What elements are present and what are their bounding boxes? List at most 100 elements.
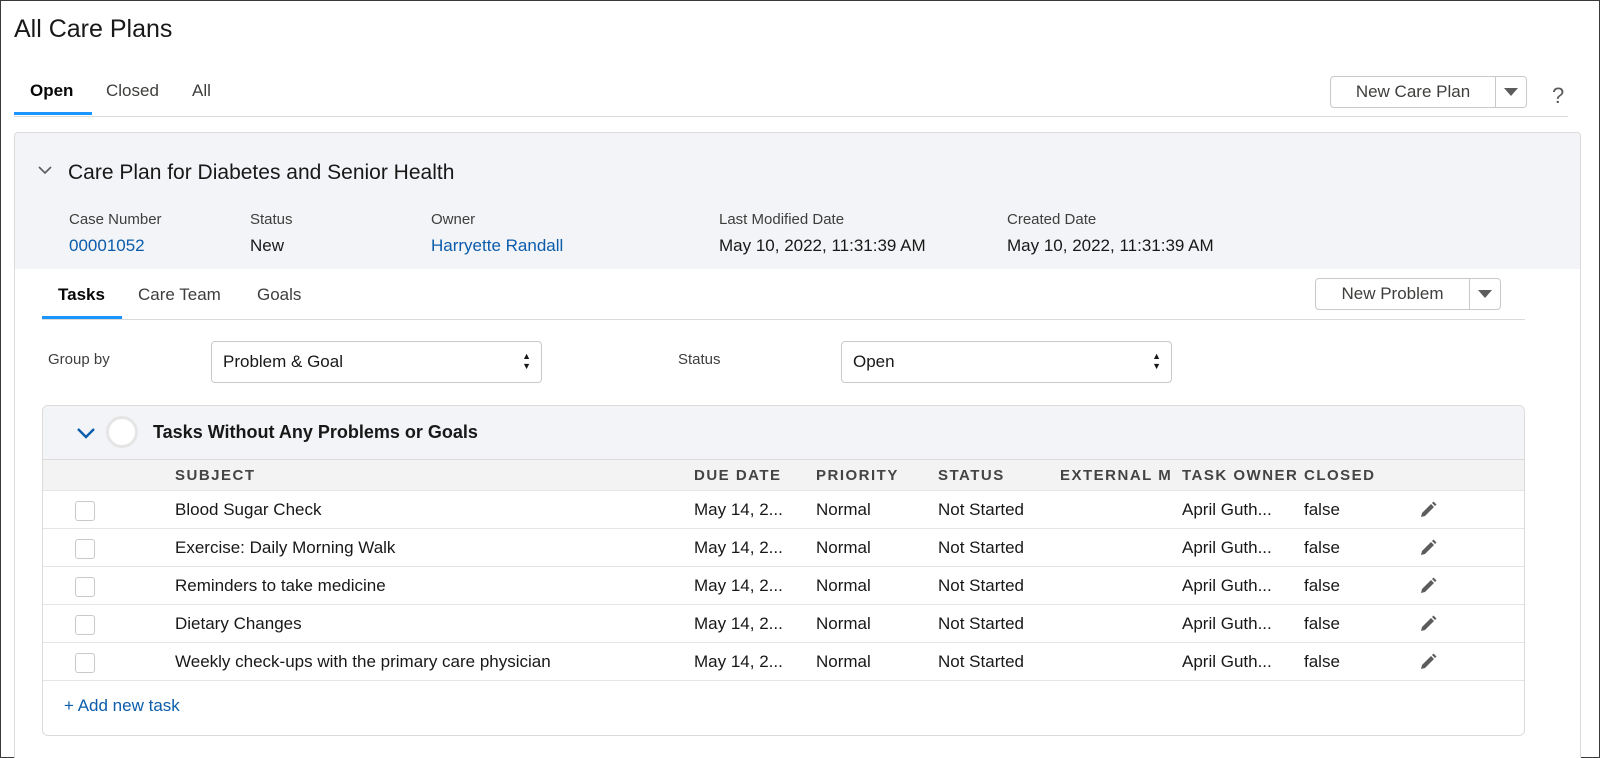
table-row: Exercise: Daily Morning Walk May 14, 2..… [43, 529, 1524, 567]
group-by-label: Group by [48, 351, 110, 368]
new-problem-button-group: New Problem [1315, 278, 1501, 310]
task-group: Tasks Without Any Problems or Goals SUBJ… [42, 405, 1525, 736]
pencil-edit-icon[interactable] [1418, 576, 1438, 596]
cell-due-date: May 14, 2... [694, 538, 783, 557]
column-header-priority[interactable]: PRIORITY [816, 467, 928, 484]
new-care-plan-dropdown-button[interactable] [1496, 77, 1526, 107]
cell-subject: Dietary Changes [175, 614, 302, 633]
cell-subject: Weekly check-ups with the primary care p… [175, 652, 551, 671]
cell-priority: Normal [816, 614, 871, 633]
care-plan-card: Care Plan for Diabetes and Senior Health… [14, 132, 1581, 758]
tab-care-team[interactable]: Care Team [138, 285, 221, 305]
cell-closed: false [1304, 652, 1340, 671]
cell-owner: April Guth... [1182, 576, 1272, 595]
row-checkbox[interactable] [75, 539, 95, 559]
cell-closed: false [1304, 614, 1340, 633]
help-icon[interactable]: ? [1552, 83, 1564, 109]
chevron-down-icon[interactable] [38, 163, 52, 177]
cell-status: Not Started [938, 500, 1024, 519]
tab-goals[interactable]: Goals [257, 285, 301, 305]
pencil-edit-icon[interactable] [1418, 538, 1438, 558]
new-problem-dropdown-button[interactable] [1470, 279, 1500, 309]
group-by-select[interactable]: Problem & Goal ▲ ▼ [211, 341, 542, 383]
table-header: SUBJECT DUE DATE PRIORITY STATUS EXTERNA… [43, 460, 1524, 491]
cell-status: Not Started [938, 614, 1024, 633]
row-checkbox[interactable] [75, 653, 95, 673]
cell-priority: Normal [816, 652, 871, 671]
active-tab-indicator [14, 112, 92, 115]
tab-tasks[interactable]: Tasks [58, 285, 105, 305]
field-last-modified-date: Last Modified Date May 10, 2022, 11:31:3… [719, 211, 926, 256]
cell-owner: April Guth... [1182, 614, 1272, 633]
field-label: Owner [431, 211, 476, 228]
case-number-link[interactable]: 00001052 [69, 236, 162, 256]
caret-down-icon [1504, 88, 1518, 96]
table-row: Reminders to take medicine May 14, 2... … [43, 567, 1524, 605]
column-header-subject[interactable]: SUBJECT [175, 467, 256, 484]
add-new-task-link[interactable]: + Add new task [64, 696, 180, 716]
last-modified-value: May 10, 2022, 11:31:39 AM [719, 236, 926, 255]
column-header-closed[interactable]: CLOSED [1304, 467, 1416, 484]
cell-due-date: May 14, 2... [694, 500, 783, 519]
field-label: Created Date [1007, 211, 1097, 228]
tab-all[interactable]: All [192, 81, 211, 101]
cell-owner: April Guth... [1182, 652, 1272, 671]
caret-down-icon [1478, 290, 1492, 298]
row-checkbox[interactable] [75, 577, 95, 597]
status-filter-value: Open [853, 352, 895, 371]
cell-owner: April Guth... [1182, 500, 1272, 519]
app-frame: All Care Plans Open Closed All New Care … [0, 0, 1600, 758]
cell-status: Not Started [938, 538, 1024, 557]
column-header-external[interactable]: EXTERNAL M [1060, 467, 1174, 484]
cell-owner: April Guth... [1182, 538, 1272, 557]
select-arrows-icon: ▲ ▼ [522, 351, 531, 371]
page-title: All Care Plans [14, 15, 173, 43]
cell-closed: false [1304, 538, 1340, 557]
field-case-number: Case Number 00001052 [69, 211, 162, 256]
cell-due-date: May 14, 2... [694, 576, 783, 595]
cell-due-date: May 14, 2... [694, 614, 783, 633]
tab-open[interactable]: Open [30, 81, 73, 101]
table-row: Blood Sugar Check May 14, 2... Normal No… [43, 491, 1524, 529]
tab-closed[interactable]: Closed [106, 81, 159, 101]
column-header-task-owner[interactable]: TASK OWNER [1182, 467, 1296, 484]
table-row: Dietary Changes May 14, 2... Normal Not … [43, 605, 1524, 643]
select-arrows-icon: ▲ ▼ [1152, 351, 1161, 371]
new-problem-button[interactable]: New Problem [1316, 279, 1470, 309]
owner-link[interactable]: Harryette Randall [431, 236, 563, 256]
row-checkbox[interactable] [75, 615, 95, 635]
care-plan-title: Care Plan for Diabetes and Senior Health [68, 161, 455, 184]
row-checkbox[interactable] [75, 501, 95, 521]
care-plan-tabs: Tasks Care Team Goals [42, 275, 1525, 320]
pencil-edit-icon[interactable] [1418, 614, 1438, 634]
pencil-edit-icon[interactable] [1418, 652, 1438, 672]
new-care-plan-button[interactable]: New Care Plan [1331, 77, 1496, 107]
column-header-due-date[interactable]: DUE DATE [694, 467, 806, 484]
field-created-date: Created Date May 10, 2022, 11:31:39 AM [1007, 211, 1214, 256]
cell-closed: false [1304, 576, 1340, 595]
cell-subject: Exercise: Daily Morning Walk [175, 538, 396, 557]
cell-status: Not Started [938, 576, 1024, 595]
created-date-value: May 10, 2022, 11:31:39 AM [1007, 236, 1214, 255]
field-label: Case Number [69, 211, 162, 228]
cell-due-date: May 14, 2... [694, 652, 783, 671]
table-row: Weekly check-ups with the primary care p… [43, 643, 1524, 681]
status-select[interactable]: Open ▲ ▼ [841, 341, 1172, 383]
progress-ring-icon [106, 416, 138, 448]
group-by-value: Problem & Goal [223, 352, 343, 371]
status-value: New [250, 236, 285, 255]
status-filter-label: Status [678, 351, 721, 368]
pencil-edit-icon[interactable] [1418, 500, 1438, 520]
field-owner: Owner Harryette Randall [431, 211, 563, 256]
cell-priority: Normal [816, 576, 871, 595]
chevron-down-icon[interactable] [76, 426, 96, 440]
column-header-status[interactable]: STATUS [938, 467, 1050, 484]
new-care-plan-button-group: New Care Plan [1330, 76, 1527, 108]
cell-status: Not Started [938, 652, 1024, 671]
task-group-title: Tasks Without Any Problems or Goals [153, 422, 478, 442]
task-group-header: Tasks Without Any Problems or Goals [43, 406, 1524, 460]
active-tab-indicator [42, 316, 122, 319]
cell-subject: Blood Sugar Check [175, 500, 322, 519]
field-status: Status New [250, 211, 293, 256]
cell-subject: Reminders to take medicine [175, 576, 386, 595]
